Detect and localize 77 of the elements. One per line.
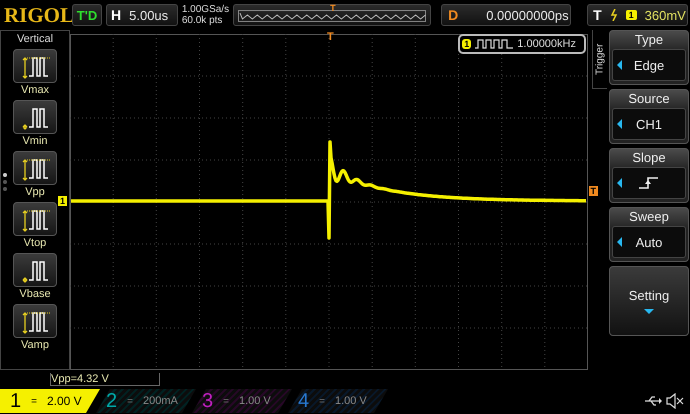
measure-label: Vtop [24, 237, 46, 249]
channel-number: 1 [10, 390, 22, 412]
menu-button[interactable]: Type Edge [609, 30, 689, 85]
measure-button[interactable] [13, 202, 57, 236]
page-dot[interactable] [3, 180, 7, 184]
menu-title: Sweep [629, 208, 669, 226]
trigger-level-marker[interactable]: T [588, 186, 598, 196]
channel-offset-marker[interactable]: 1 [58, 196, 68, 206]
coupling-symbol: = [31, 396, 37, 406]
speaker-muted-icon [666, 393, 684, 409]
coupling-symbol: = [319, 396, 325, 406]
measure-button[interactable] [13, 253, 57, 287]
channel-number: 2 [106, 390, 118, 412]
measure-label: Vbase [19, 288, 51, 300]
delay-value: 0.00000000ps [486, 8, 569, 22]
setting-label: Setting [628, 288, 670, 303]
rising-edge-icon [610, 9, 618, 21]
menu-button[interactable]: Sweep Auto [609, 207, 689, 262]
frequency-value: 1.00000kHz [517, 38, 576, 50]
menu-tab[interactable]: Trigger [592, 30, 607, 89]
setting-button[interactable]: Setting [609, 266, 689, 336]
down-triangle-icon [644, 309, 654, 314]
trigger-level: 360mV [644, 8, 686, 22]
measure-button[interactable] [13, 49, 57, 83]
menu-value-field[interactable]: Edge [612, 49, 686, 81]
measure-button[interactable] [13, 100, 57, 134]
measure-label: Vamp [21, 339, 49, 351]
menu-title: Type [634, 31, 664, 49]
channel-scale: 1.00 V [238, 395, 271, 407]
measure-label: Vmin [22, 135, 48, 147]
channel-scale: 200mA [142, 395, 178, 407]
channel-number: 3 [202, 390, 214, 412]
timebase-label: H [111, 7, 122, 23]
menu-value-field[interactable]: CH1 [612, 108, 686, 140]
coupling-symbol: = [127, 396, 133, 406]
delay-label: D [448, 7, 458, 23]
memory-depth: 60.0k pts [182, 15, 224, 26]
panel-title: Vertical [16, 33, 54, 45]
menu-value: Edge [634, 58, 664, 72]
menu-value-field[interactable]: Auto [612, 226, 686, 258]
usb-icon [644, 396, 662, 406]
channel-tab[interactable]: 1 = 2.00 V [0, 389, 100, 413]
channel-chip: 1 [626, 10, 637, 20]
position-marker: T [330, 3, 336, 13]
rising-edge-icon [639, 176, 659, 190]
trigger-label: T [593, 7, 602, 23]
left-triangle-icon [617, 60, 622, 70]
sample-rate: 1.00GSa/s [182, 4, 230, 15]
page-dot[interactable] [3, 173, 7, 177]
channel-tab[interactable]: 4 = 1.00 V [288, 389, 388, 413]
channel-tab[interactable]: 2 = 200mA [96, 389, 196, 413]
measure-button[interactable] [13, 304, 57, 338]
run-state-button[interactable]: T'D [72, 4, 102, 26]
menu-title: Slope [632, 149, 666, 167]
menu-title: Source [628, 90, 670, 108]
measure-button[interactable] [13, 151, 57, 185]
square-wave-icon [475, 39, 514, 49]
menu-value: Auto [636, 234, 662, 250]
menu-button[interactable]: Source CH1 [609, 89, 689, 144]
channel-chip: 1 [462, 39, 472, 49]
trigger-position-marker[interactable]: T [325, 32, 336, 42]
coupling-symbol: = [223, 396, 229, 406]
left-triangle-icon [617, 119, 622, 129]
menu-value-field[interactable] [612, 167, 686, 199]
channel-number: 4 [298, 390, 310, 412]
channel-tab[interactable]: 3 = 1.00 V [192, 389, 292, 413]
menu-value: CH1 [636, 116, 662, 132]
page-dot[interactable] [3, 187, 7, 191]
channel-scale: 2.00 V [46, 394, 82, 408]
measure-label: Vmax [20, 84, 50, 96]
measurement-readout: Vpp=4.32 V [50, 373, 160, 386]
measure-label: Vpp [25, 186, 45, 198]
left-triangle-icon [617, 237, 622, 247]
menu-button[interactable]: Slope [609, 148, 689, 203]
timebase-value: 5.00us [129, 8, 168, 22]
channel-scale: 1.00 V [334, 395, 367, 407]
left-triangle-icon [617, 178, 622, 188]
